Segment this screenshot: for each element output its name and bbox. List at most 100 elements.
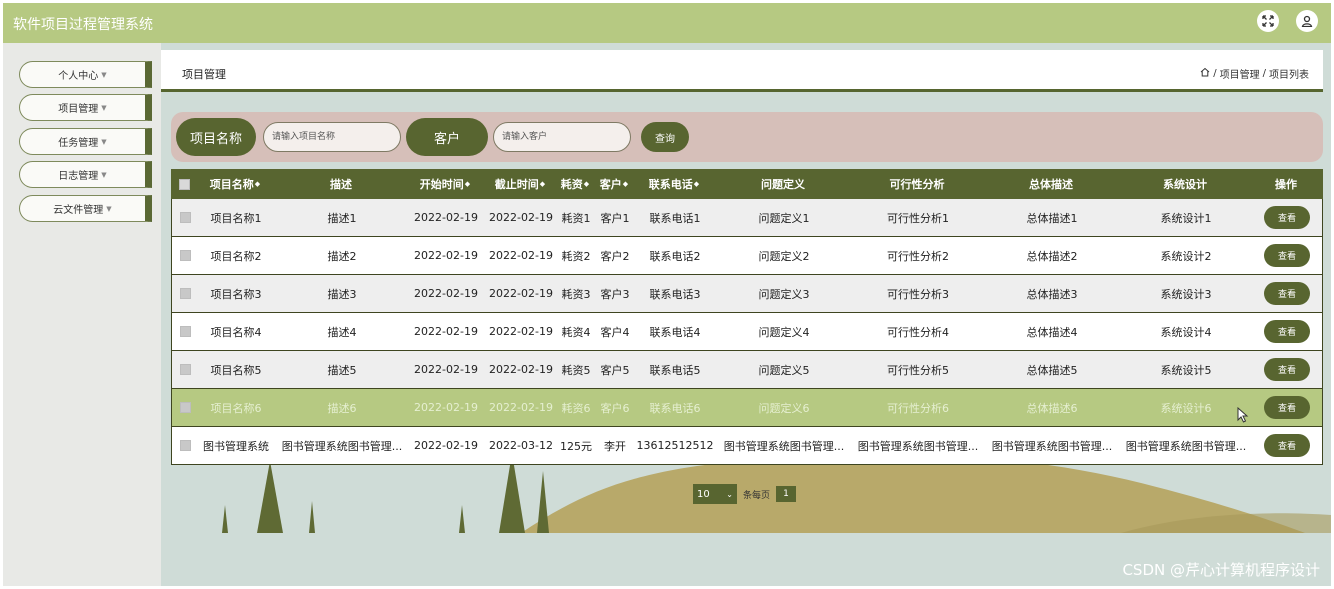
chevron-down-icon: ▼	[101, 70, 107, 79]
row-checkbox[interactable]	[179, 440, 191, 451]
sidebar-item-cloud-files[interactable]: 云文件管理 ▼	[19, 195, 152, 222]
column-header-name[interactable]: 项目名称 ◆	[199, 169, 271, 199]
cell-design: 图书管理系统图书管理...	[1125, 439, 1247, 453]
sidebar-item-personal-center[interactable]: 个人中心 ▼	[19, 61, 152, 88]
cell-name: 项目名称3	[210, 287, 262, 301]
row-checkbox[interactable]	[179, 364, 191, 375]
column-header-start[interactable]: 开始时间 ◆	[406, 169, 484, 199]
column-header-phone[interactable]: 联系电话 ◆	[634, 169, 714, 199]
view-button[interactable]: 查看	[1264, 434, 1310, 457]
cell-overall: 总体描述1	[1026, 211, 1078, 225]
cell-end: 2022-03-12	[489, 439, 553, 452]
app-title: 软件项目过程管理系统	[13, 17, 153, 33]
tree-decoration	[459, 505, 465, 533]
chevron-down-icon: ⌄	[726, 489, 733, 499]
cell-phone: 联系电话6	[649, 401, 701, 415]
select-all-checkbox[interactable]	[178, 178, 190, 190]
cell-cost: 耗资1	[561, 211, 591, 225]
cell-start: 2022-02-19	[414, 211, 478, 224]
home-icon[interactable]	[1200, 67, 1210, 80]
cell-client: 李开	[604, 439, 626, 453]
sort-icon: ◆	[464, 180, 471, 188]
watermark: CSDN @芹心计算机程序设计	[1122, 561, 1320, 579]
tree-decoration	[537, 471, 549, 533]
column-header-problem: 问题定义	[761, 178, 805, 191]
row-checkbox[interactable]	[179, 402, 191, 413]
cell-name: 项目名称1	[210, 211, 262, 225]
cell-name: 项目名称6	[210, 401, 262, 415]
view-button[interactable]: 查看	[1264, 282, 1310, 305]
fullscreen-icon[interactable]	[1257, 10, 1279, 32]
cell-overall: 总体描述2	[1026, 249, 1078, 263]
sidebar-item-logs[interactable]: 日志管理 ▼	[19, 161, 152, 188]
cell-cost: 耗资4	[561, 325, 591, 339]
page-title: 项目管理	[182, 68, 226, 81]
row-checkbox[interactable]	[179, 212, 191, 223]
view-button[interactable]: 查看	[1264, 206, 1310, 229]
table-row[interactable]: 项目名称4 描述4 2022-02-19 2022-02-19 耗资4 客户4 联系电话4 问…	[171, 313, 1323, 351]
table-row[interactable]: 项目名称5 描述5 2022-02-19 2022-02-19 耗资5 客户5 联系电话5 问…	[171, 351, 1323, 389]
cell-name: 项目名称5	[210, 363, 262, 377]
header-label: 客户	[599, 178, 622, 191]
cell-design: 系统设计5	[1160, 363, 1212, 377]
table-row[interactable]: 项目名称2 描述2 2022-02-19 2022-02-19 耗资2 客户2 联系电话2 问…	[171, 237, 1323, 275]
page-size-select[interactable]: 10 ⌄	[693, 484, 737, 504]
chevron-down-icon: ▼	[106, 204, 112, 213]
cell-feasibility: 可行性分析6	[887, 401, 949, 415]
cell-start: 2022-02-19	[414, 325, 478, 338]
cell-end: 2022-02-19	[489, 211, 553, 224]
top-bar: 软件项目过程管理系统	[3, 3, 1331, 43]
column-header-cost[interactable]: 耗资 ◆	[556, 169, 594, 199]
cell-desc: 描述1	[327, 211, 357, 225]
chevron-down-icon: ▼	[101, 103, 107, 112]
column-header-overall: 总体描述	[1029, 178, 1073, 191]
sidebar-item-label: 个人中心	[58, 71, 99, 82]
sidebar-item-label: 项目管理	[58, 104, 99, 115]
row-checkbox[interactable]	[179, 288, 191, 299]
view-button[interactable]: 查看	[1264, 320, 1310, 343]
cell-cost: 125元	[560, 439, 592, 453]
sidebar-item-label: 云文件管理	[53, 205, 104, 216]
chevron-down-icon: ▼	[101, 137, 107, 146]
table-row[interactable]: 项目名称3 描述3 2022-02-19 2022-02-19 耗资3 客户3 联系电话3 问…	[171, 275, 1323, 313]
cell-cost: 耗资3	[561, 287, 591, 301]
table-row[interactable]: 项目名称6 描述6 2022-02-19 2022-02-19 耗资6 客户6 联系电话6 问…	[171, 389, 1323, 427]
cell-problem: 问题定义3	[758, 287, 810, 301]
row-checkbox[interactable]	[179, 326, 191, 337]
breadcrumb-item[interactable]: 项目管理	[1220, 66, 1260, 81]
table-row[interactable]: 项目名称1 描述1 2022-02-19 2022-02-19 耗资1 客户1 联系电话1 问…	[171, 199, 1323, 237]
chevron-down-icon: ▼	[101, 170, 107, 179]
sidebar-item-tasks[interactable]: 任务管理 ▼	[19, 128, 152, 155]
client-input[interactable]	[493, 122, 631, 152]
view-button[interactable]: 查看	[1264, 358, 1310, 381]
sidebar: 个人中心 ▼ 项目管理 ▼ 任务管理 ▼ 日志管理 ▼ 云文件管理 ▼	[3, 43, 161, 586]
view-button[interactable]: 查看	[1264, 244, 1310, 267]
cell-overall: 总体描述5	[1026, 363, 1078, 377]
row-checkbox[interactable]	[179, 250, 191, 261]
user-icon[interactable]	[1296, 10, 1318, 32]
cell-desc: 描述4	[327, 325, 357, 339]
table-row[interactable]: 图书管理系统 图书管理系统图书管理... 2022-02-19 2022-03-12 1…	[171, 427, 1323, 465]
cell-end: 2022-02-19	[489, 249, 553, 262]
cell-cost: 耗资6	[561, 401, 591, 415]
table-header: 项目名称 ◆ 描述 开始时间 ◆ 截止时间 ◆ 耗资 ◆ 客户 ◆ 联系电话 ◆ 问题定义 …	[171, 169, 1323, 199]
sort-icon: ◆	[622, 180, 629, 188]
cell-design: 系统设计2	[1160, 249, 1212, 263]
page-number-button[interactable]: 1	[776, 486, 797, 502]
view-button[interactable]: 查看	[1264, 396, 1310, 419]
column-header-end[interactable]: 截止时间 ◆	[485, 169, 555, 199]
cell-end: 2022-02-19	[489, 325, 553, 338]
sidebar-item-projects[interactable]: 项目管理 ▼	[19, 94, 152, 121]
column-header-client[interactable]: 客户 ◆	[594, 169, 634, 199]
cell-feasibility: 可行性分析3	[887, 287, 949, 301]
cell-problem: 问题定义6	[758, 401, 810, 415]
per-page-label: 条每页	[743, 490, 771, 501]
project-name-input[interactable]	[263, 122, 401, 152]
cell-feasibility: 可行性分析4	[887, 325, 949, 339]
cell-overall: 图书管理系统图书管理...	[991, 439, 1113, 453]
cell-overall: 总体描述3	[1026, 287, 1078, 301]
sort-icon: ◆	[254, 180, 261, 188]
search-bar: 项目名称 客户 查询	[171, 112, 1323, 162]
page-size-value: 10	[697, 488, 710, 500]
query-button[interactable]: 查询	[641, 122, 689, 152]
